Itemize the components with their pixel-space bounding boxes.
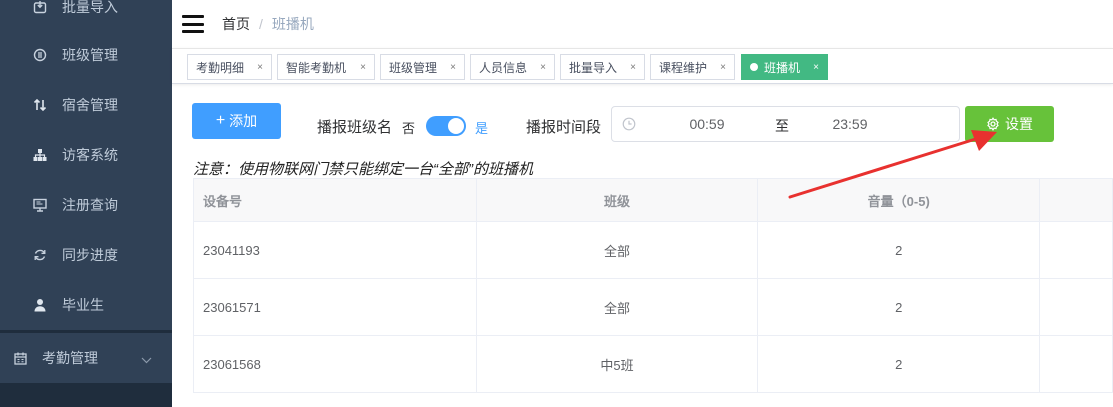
settings-button[interactable]: 设置	[965, 106, 1054, 142]
volume-cell: 2	[758, 279, 1041, 335]
column-header-volume[interactable]: 音量（0-5)	[758, 179, 1041, 221]
settings-button-label: 设置	[1005, 116, 1033, 132]
sidebar-item-sync-progress[interactable]: 同步进度	[0, 230, 172, 280]
sidebar-item-label: 批量导入	[62, 0, 118, 15]
tag-label: 班播机	[764, 60, 801, 75]
tag-personnel-info[interactable]: 人员信息 ×	[470, 54, 555, 80]
extra-cell	[1040, 336, 1113, 392]
breadcrumb-current: 班播机	[271, 16, 314, 32]
switch-knob	[448, 118, 464, 134]
device-cell: 23041193	[194, 222, 477, 278]
tag-course-maintenance[interactable]: 课程维护 ×	[650, 54, 735, 80]
table-header: 设备号 班级 音量（0-5)	[194, 179, 1113, 222]
tag-class-broadcaster[interactable]: 班播机 ×	[741, 54, 828, 80]
import-icon	[32, 0, 48, 15]
close-icon[interactable]: ×	[450, 62, 456, 73]
sidebar-item-visitor-system[interactable]: 访客系统	[0, 130, 172, 180]
add-button[interactable]: + 添加	[192, 103, 281, 139]
sidebar-group-attendance[interactable]: 考勤管理	[0, 333, 172, 383]
table-row[interactable]: 23041193 全部 2	[194, 222, 1113, 279]
sidebar-item-label: 访客系统	[62, 147, 118, 163]
end-time-input[interactable]: 23:59	[830, 116, 870, 132]
hamburger-menu-icon[interactable]	[182, 15, 204, 33]
class-cell: 全部	[477, 222, 759, 278]
breadcrumb-separator: /	[259, 16, 263, 32]
top-navbar: 首页 / 班播机	[172, 0, 1113, 48]
switch-on-text[interactable]: 是	[475, 118, 488, 137]
sidebar-item-label: 注册查询	[62, 197, 118, 213]
sidebar-group-label: 考勤管理	[42, 350, 98, 366]
start-time-input[interactable]: 00:59	[689, 116, 725, 132]
announce-class-name-label: 播报班级名	[317, 119, 393, 136]
range-separator: 至	[775, 118, 789, 134]
announce-class-name-switch[interactable]	[426, 116, 466, 136]
clock-icon	[622, 117, 636, 131]
sidebar-item-label: 班级管理	[62, 47, 118, 63]
tag-label: 班级管理	[389, 60, 438, 75]
class-cell: 中5班	[477, 336, 759, 392]
sidebar-item-label: 毕业生	[62, 297, 104, 313]
user-icon	[32, 297, 48, 313]
sidebar-item-label: 宿舍管理	[62, 97, 118, 113]
column-header-extra	[1040, 179, 1113, 221]
tag-class-management[interactable]: 班级管理 ×	[380, 54, 465, 80]
close-icon[interactable]: ×	[540, 62, 546, 73]
close-icon[interactable]: ×	[813, 62, 819, 73]
close-icon[interactable]: ×	[720, 62, 726, 73]
tag-label: 考勤明细	[196, 60, 245, 75]
sync-icon	[32, 247, 48, 263]
table-row[interactable]: 23061571 全部 2	[194, 279, 1113, 336]
close-icon[interactable]: ×	[360, 62, 366, 73]
tag-batch-import[interactable]: 批量导入 ×	[560, 54, 645, 80]
device-cell: 23061571	[194, 279, 477, 335]
sidebar-item-graduates[interactable]: 毕业生	[0, 280, 172, 330]
class-cell: 全部	[477, 279, 759, 335]
volume-cell: 2	[758, 336, 1041, 392]
tags-view: 考勤明细 × 智能考勤机 × 班级管理 × 人员信息 × 批量导入 × 课程维护…	[172, 48, 1113, 84]
sidebar-item-batch-import[interactable]: 批量导入	[0, 0, 172, 32]
close-icon[interactable]: ×	[257, 62, 263, 73]
monitor-icon	[32, 197, 48, 213]
extra-cell	[1040, 222, 1113, 278]
tag-smart-attendance[interactable]: 智能考勤机 ×	[277, 54, 375, 80]
add-button-label: 添加	[229, 113, 258, 129]
calendar-icon	[12, 350, 28, 366]
column-header-device[interactable]: 设备号	[194, 179, 477, 221]
active-dot-icon	[750, 63, 758, 71]
chevron-down-icon	[141, 351, 152, 367]
tag-label: 智能考勤机	[286, 60, 347, 75]
sort-arrows-icon	[32, 97, 48, 113]
time-range-picker[interactable]: 00:59 至 23:59	[611, 106, 960, 142]
tag-label: 人员信息	[479, 60, 528, 75]
class-icon	[32, 47, 48, 63]
device-table: 设备号 班级 音量（0-5) 23041193 全部 2 23061571 全部…	[193, 178, 1113, 393]
sidebar-item-dorm-management[interactable]: 宿舍管理	[0, 80, 172, 130]
sidebar-item-registration-query[interactable]: 注册查询	[0, 180, 172, 230]
switch-off-text[interactable]: 否	[402, 118, 415, 137]
org-chart-icon	[32, 147, 48, 163]
binding-notice: 注意：使用物联网门禁只能绑定一台“全部”的班播机	[193, 161, 533, 178]
broadcast-period-label: 播报时间段	[526, 119, 602, 136]
volume-cell: 2	[758, 222, 1041, 278]
gear-icon	[986, 117, 1000, 131]
extra-cell	[1040, 279, 1113, 335]
breadcrumb: 首页 / 班播机	[222, 14, 314, 34]
breadcrumb-home[interactable]: 首页	[222, 14, 250, 34]
sidebar-item-label: 同步进度	[62, 247, 118, 263]
device-cell: 23061568	[194, 336, 477, 392]
column-header-class[interactable]: 班级	[477, 179, 759, 221]
tag-attendance-detail[interactable]: 考勤明细 ×	[187, 54, 272, 80]
plus-icon: +	[215, 112, 226, 129]
table-row[interactable]: 23061568 中5班 2	[194, 336, 1113, 393]
close-icon[interactable]: ×	[630, 62, 636, 73]
sidebar-item-class-management[interactable]: 班级管理	[0, 30, 172, 80]
sidebar: 批量导入 班级管理 宿舍管理 访客系统 注册查询 同步进度 毕业生 考勤管理	[0, 0, 172, 407]
tag-label: 批量导入	[569, 60, 618, 75]
tag-label: 课程维护	[659, 60, 708, 75]
